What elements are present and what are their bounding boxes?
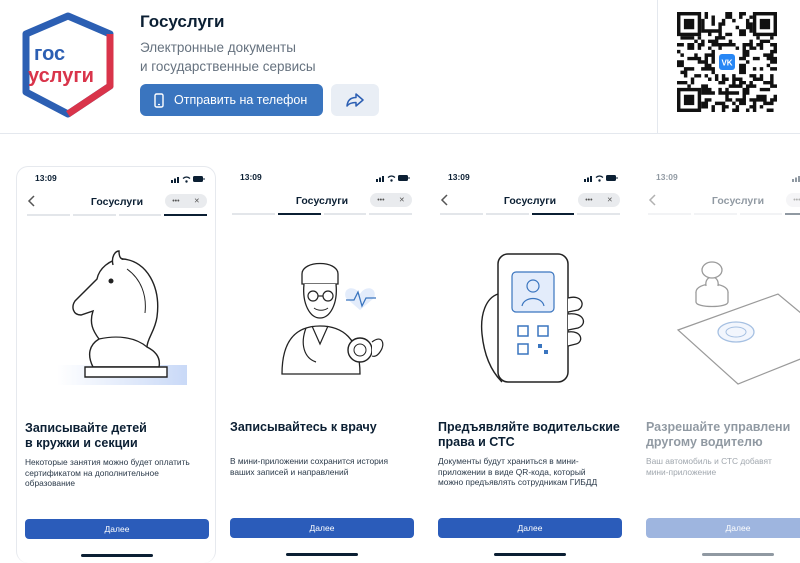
status-bar: 13:09 bbox=[638, 172, 800, 186]
screen-heading: Записывайте детей в кружки и секции bbox=[25, 421, 147, 450]
home-indicator bbox=[81, 554, 153, 557]
nav-bar: Госуслуги ••• ✕ bbox=[17, 193, 217, 213]
onboarding-progress bbox=[648, 213, 800, 215]
qr-code: VK bbox=[677, 12, 777, 112]
miniapp-controls[interactable]: ••• ✕ bbox=[165, 194, 207, 208]
app-subtitle: Электронные документы и государственные … bbox=[140, 40, 316, 74]
miniapp-controls[interactable]: ••• ✕ bbox=[578, 193, 620, 207]
status-bar: 13:09 bbox=[430, 172, 630, 186]
doctor-illustration bbox=[281, 262, 384, 375]
header-divider bbox=[657, 0, 658, 134]
chess-knight-illustration bbox=[57, 250, 187, 385]
nav-bar: Госуслуги ••• ✕ bbox=[638, 192, 800, 212]
onboarding-progress bbox=[232, 213, 412, 215]
close-icon[interactable]: ✕ bbox=[607, 196, 613, 204]
screen-card-3[interactable]: 13:09 Госуслуги ••• ✕ Предъявляйте водит… bbox=[430, 166, 630, 563]
screen-description: Документы будут храниться в мини-приложе… bbox=[438, 456, 598, 487]
next-button[interactable]: Далее bbox=[646, 518, 800, 538]
home-indicator bbox=[494, 553, 566, 556]
screen-heading: Записывайтесь к врачу bbox=[230, 420, 377, 434]
screen-description: Ваш автомобиль и СТС добавят мини-приложе… bbox=[646, 456, 772, 477]
status-bar: 13:09 bbox=[222, 172, 422, 186]
nav-bar: Госуслуги ••• ✕ bbox=[222, 192, 422, 212]
send-to-phone-button[interactable]: Отправить на телефон bbox=[140, 84, 323, 116]
nav-bar: Госуслуги ••• ✕ bbox=[430, 192, 630, 212]
signal-wifi-battery-icon bbox=[792, 176, 800, 182]
more-icon[interactable]: ••• bbox=[793, 197, 800, 204]
share-arrow-icon bbox=[346, 93, 364, 107]
screen-card-2[interactable]: 13:09 Госуслуги ••• ✕ Записывайтесь к вр… bbox=[222, 166, 422, 563]
onboarding-progress bbox=[27, 214, 207, 216]
status-time: 13:09 bbox=[35, 173, 57, 183]
onboarding-progress bbox=[440, 213, 620, 215]
next-button[interactable]: Далее bbox=[25, 519, 209, 539]
phone-qr-illustration bbox=[480, 253, 585, 383]
home-indicator bbox=[286, 553, 358, 556]
vk-badge-label: VK bbox=[721, 59, 732, 68]
next-button[interactable]: Далее bbox=[438, 518, 622, 538]
more-icon[interactable]: ••• bbox=[172, 198, 179, 205]
more-icon[interactable]: ••• bbox=[585, 197, 592, 204]
screen-heading: Предъявляйте водительские права и СТС bbox=[438, 420, 620, 449]
signal-wifi-battery-icon bbox=[584, 175, 618, 182]
status-time: 13:09 bbox=[240, 172, 262, 182]
screen-description: В мини-приложении сохранится история ваши… bbox=[230, 456, 389, 477]
miniapp-controls[interactable]: ••• ✕ bbox=[786, 193, 800, 207]
signal-wifi-battery-icon bbox=[376, 175, 410, 182]
share-button[interactable] bbox=[331, 84, 379, 116]
svg-text:услуги: услуги bbox=[28, 65, 94, 87]
signal-wifi-battery-icon bbox=[171, 176, 205, 183]
gosuslugi-logo: гос услуги bbox=[22, 12, 114, 118]
home-indicator bbox=[702, 553, 774, 556]
stamp-document-illustration bbox=[676, 261, 800, 385]
screen-card-4[interactable]: 13:09 Госуслуги ••• ✕ Разрешайте управле… bbox=[638, 166, 800, 563]
more-icon[interactable]: ••• bbox=[377, 197, 384, 204]
screen-card-1[interactable]: 13:09 Госуслуги ••• ✕ Записывайте детей в… bbox=[16, 166, 216, 563]
status-bar: 13:09 bbox=[17, 173, 217, 187]
miniapp-controls[interactable]: ••• ✕ bbox=[370, 193, 412, 207]
status-time: 13:09 bbox=[656, 172, 678, 182]
close-icon[interactable]: ✕ bbox=[399, 196, 405, 204]
send-to-phone-label: Отправить на телефон bbox=[174, 93, 308, 107]
close-icon[interactable]: ✕ bbox=[194, 197, 200, 205]
next-button[interactable]: Далее bbox=[230, 518, 414, 538]
status-time: 13:09 bbox=[448, 172, 470, 182]
phone-icon bbox=[154, 92, 164, 108]
nav-title: Госуслуги bbox=[711, 195, 765, 207]
screen-description: Некоторые занятия можно будет оплатить се… bbox=[25, 457, 190, 488]
screen-heading: Разрешайте управлени другому водителю bbox=[646, 420, 791, 449]
app-header: гос услуги Госуслуги Электронные докумен… bbox=[0, 0, 800, 134]
app-title: Госуслуги bbox=[140, 12, 225, 31]
svg-text:гос: гос bbox=[34, 43, 65, 65]
